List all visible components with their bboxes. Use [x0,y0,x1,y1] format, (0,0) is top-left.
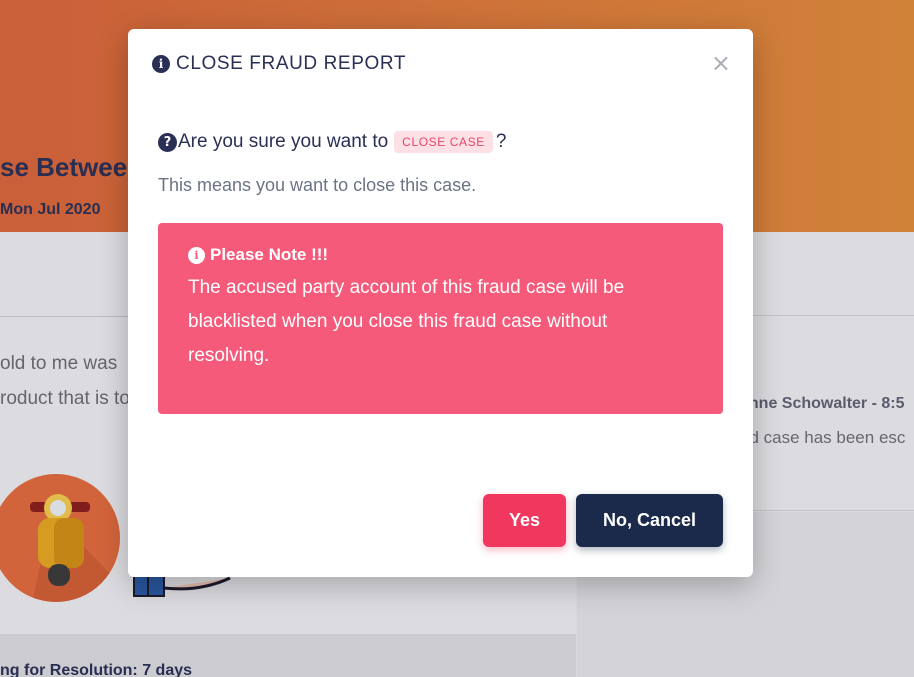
modal-title: CLOSE FRAUD REPORT [176,53,407,74]
question-circle-icon: ? [158,132,177,152]
warning-alert: i Please Note !!! The accused party acco… [158,223,723,414]
info-circle-icon: i [188,246,205,264]
alert-heading-text: Please Note !!! [210,245,329,264]
alert-body-text: The accused party account of this fraud … [188,277,625,366]
close-case-tag: CLOSE CASE [394,131,493,153]
yes-button[interactable]: Yes [483,494,566,547]
info-circle-icon: i [152,55,170,73]
confirmation-subtext: This means you want to close this case. [158,175,477,195]
question-mark: ? [495,131,507,152]
alert-heading: i Please Note !!! [188,245,693,265]
question-text: Are you sure you want to [178,131,389,152]
close-fraud-report-modal: i CLOSE FRAUD REPORT × ? Are you sure yo… [128,29,753,577]
close-icon[interactable]: × [711,51,731,75]
modal-header: i CLOSE FRAUD REPORT [152,53,406,75]
cancel-button[interactable]: No, Cancel [576,494,723,547]
confirmation-question: ? Are you sure you want to CLOSE CASE ? [158,131,506,153]
